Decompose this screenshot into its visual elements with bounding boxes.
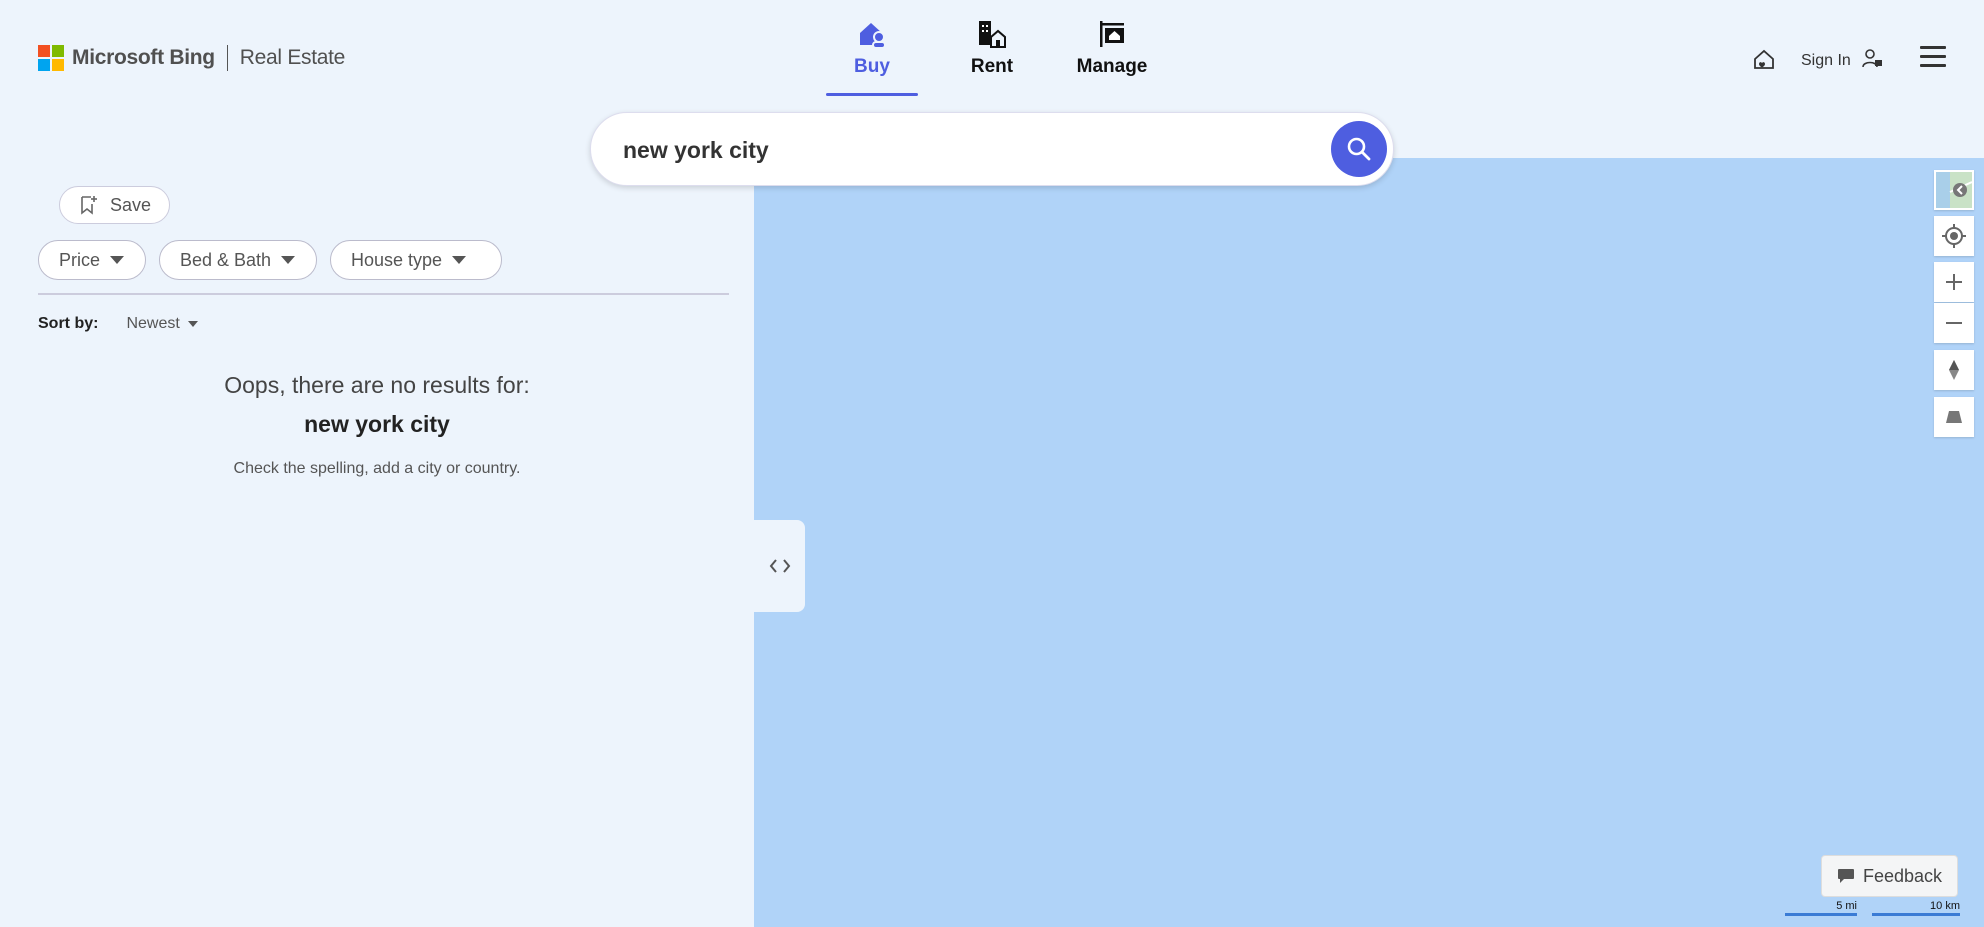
code-arrows-icon — [769, 559, 790, 573]
locate-me-button[interactable] — [1934, 216, 1974, 256]
caret-down-icon — [452, 256, 467, 264]
feedback-label: Feedback — [1862, 865, 1943, 886]
price-filter-dropdown[interactable]: Price — [38, 240, 146, 280]
sign-in-link[interactable]: Sign In — [1801, 52, 1851, 70]
scale-km-bar — [1872, 913, 1960, 916]
panel-resize-handle[interactable] — [754, 520, 805, 612]
main-tabs: Buy Rent Manage — [826, 18, 1158, 96]
tab-buy[interactable]: Buy — [826, 18, 918, 96]
map-layers-icon — [1936, 172, 1972, 208]
search-icon — [1347, 137, 1371, 161]
sort-label: Sort by: — [38, 315, 99, 332]
feedback-button[interactable]: Feedback — [1821, 855, 1958, 897]
logo-separator — [226, 45, 228, 71]
tab-rent[interactable]: Rent — [946, 18, 1038, 96]
tilt-view-button[interactable] — [1934, 397, 1974, 437]
caret-down-icon — [187, 321, 198, 327]
product-name: Real Estate — [239, 46, 346, 69]
scale-miles-label: 5 mi — [1836, 900, 1857, 912]
caret-down-icon — [110, 256, 125, 264]
bing-real-estate-logo[interactable]: Microsoft Bing Real Estate — [38, 44, 345, 72]
sort-dropdown[interactable]: Newest — [126, 315, 198, 333]
no-results-message: Oops, there are no results for: new york… — [0, 372, 754, 478]
saved-homes-icon[interactable] — [1752, 48, 1776, 77]
no-results-hint: Check the spelling, add a city or countr… — [233, 460, 521, 477]
signboard-house-icon — [1096, 18, 1128, 50]
filter-divider — [38, 293, 729, 295]
minus-icon — [1946, 322, 1962, 324]
zoom-out-button[interactable] — [1934, 303, 1974, 343]
plus-icon — [1946, 274, 1962, 290]
zoom-in-button[interactable] — [1934, 262, 1974, 302]
house-person-icon — [856, 18, 888, 50]
sort-value: Newest — [126, 315, 180, 332]
scale-km-label: 10 km — [1930, 900, 1960, 912]
house-type-filter-label: House type — [351, 249, 443, 270]
perspective-icon — [1946, 411, 1962, 423]
no-results-query: new york city — [304, 411, 450, 437]
building-house-icon — [976, 18, 1008, 50]
scale-bar-km: 10 km — [1872, 900, 1960, 916]
tab-manage-label: Manage — [1076, 56, 1148, 77]
map-canvas[interactable] — [754, 158, 1984, 927]
search-bar — [590, 112, 1394, 187]
price-filter-label: Price — [59, 249, 101, 270]
tab-buy-label: Buy — [854, 56, 890, 77]
sort-control: Sort by: Newest — [38, 315, 198, 333]
chat-bubble-icon — [1837, 869, 1854, 883]
filter-bar: Price Bed & Bath House type — [38, 240, 515, 280]
scale-bar-miles: 5 mi — [1785, 900, 1857, 916]
map-style-toggle[interactable] — [1934, 170, 1974, 210]
save-button-label: Save — [110, 194, 152, 215]
bed-bath-filter-dropdown[interactable]: Bed & Bath — [159, 240, 317, 280]
scale-miles-bar — [1785, 913, 1857, 916]
hamburger-menu-icon[interactable] — [1920, 46, 1946, 73]
save-search-button[interactable]: Save — [59, 186, 170, 224]
tab-rent-label: Rent — [970, 56, 1014, 77]
compass-button[interactable] — [1934, 350, 1974, 390]
no-results-title: Oops, there are no results for: — [224, 372, 530, 398]
microsoft-logo-icon — [38, 45, 64, 71]
house-type-filter-dropdown[interactable]: House type — [330, 240, 502, 280]
brand-name: Microsoft Bing — [72, 46, 215, 69]
tab-manage[interactable]: Manage — [1066, 18, 1158, 96]
bookmark-add-icon — [81, 196, 97, 215]
target-icon — [1942, 224, 1966, 248]
search-button[interactable] — [1331, 121, 1387, 177]
user-account-icon[interactable] — [1862, 48, 1884, 75]
bed-bath-filter-label: Bed & Bath — [180, 249, 272, 270]
caret-down-icon — [281, 256, 296, 264]
compass-icon — [1949, 360, 1959, 380]
search-input[interactable] — [623, 113, 1273, 187]
